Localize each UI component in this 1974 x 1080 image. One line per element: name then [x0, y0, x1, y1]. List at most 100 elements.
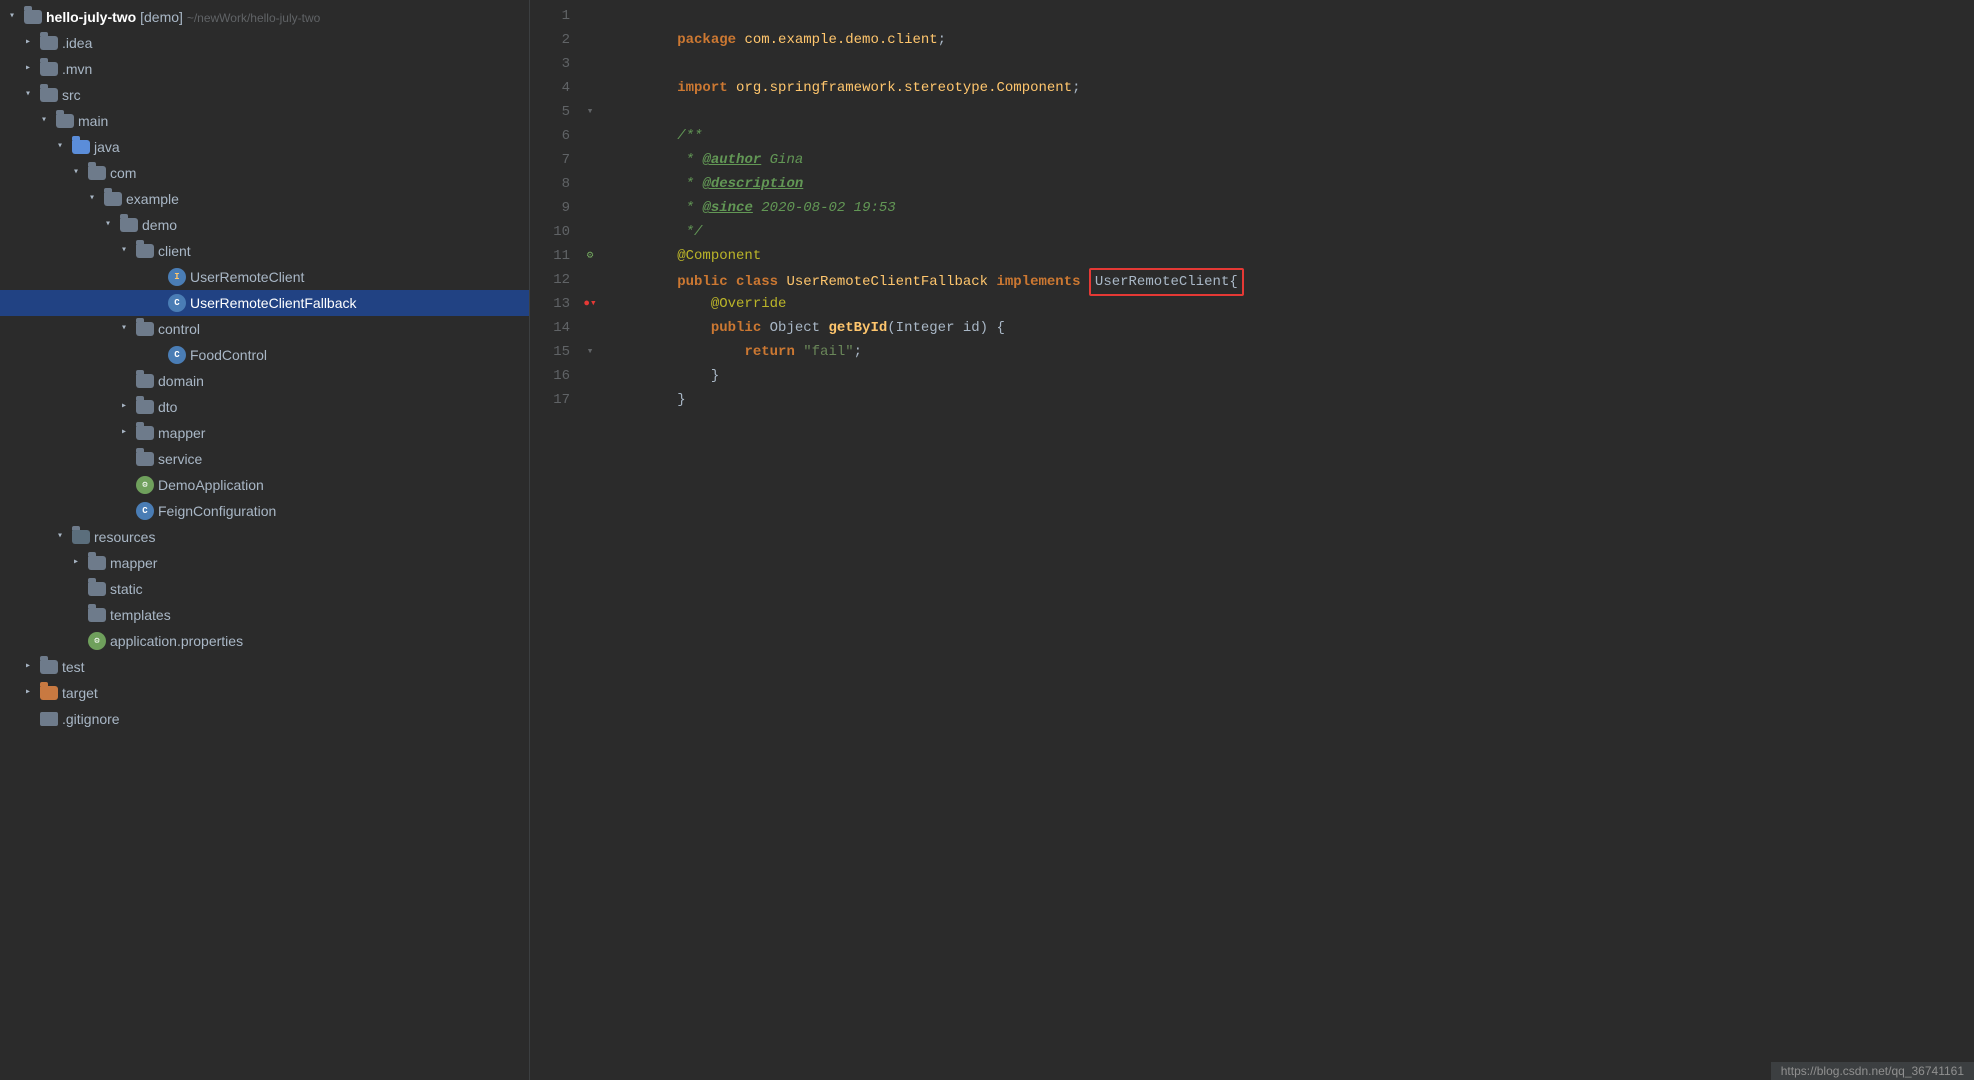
com-folder-icon	[88, 166, 106, 180]
static-label: static	[110, 581, 143, 597]
tree-item-mvn[interactable]: .mvn	[0, 56, 529, 82]
tree-item-resources[interactable]: resources	[0, 524, 529, 550]
main-folder-icon	[56, 114, 74, 128]
gutter: ▾ ⚙ ●▾ ▾	[580, 0, 600, 1080]
gitignore-icon	[40, 712, 58, 726]
example-label: example	[126, 191, 179, 207]
java-folder-icon	[72, 140, 90, 154]
tree-root[interactable]: hello-july-two [demo] ~/newWork/hello-ju…	[0, 4, 529, 30]
main-label: main	[78, 113, 108, 129]
tree-item-application-properties[interactable]: ⚙ application.properties	[0, 628, 529, 654]
class-icon-fallback: C	[168, 294, 186, 312]
mapper-arrow	[116, 425, 132, 441]
tree-item-gitignore[interactable]: .gitignore	[0, 706, 529, 732]
example-folder-icon	[104, 192, 122, 206]
line-numbers: 1 2 3 4 5 6 7 8 9 10 11 12 13 14 15 16 1…	[530, 0, 580, 1080]
tree-item-FeignConfiguration[interactable]: C FeignConfiguration	[0, 498, 529, 524]
status-url: https://blog.csdn.net/qq_36741161	[1781, 1064, 1964, 1078]
status-bar: https://blog.csdn.net/qq_36741161	[1771, 1062, 1974, 1080]
root-folder-icon	[24, 10, 42, 24]
example-arrow	[84, 191, 100, 207]
tree-item-main[interactable]: main	[0, 108, 529, 134]
code-content: package com.example.demo.client; import …	[600, 0, 1974, 1080]
tree-item-target[interactable]: target	[0, 680, 529, 706]
resources-mapper-arrow	[68, 555, 84, 571]
code-editor[interactable]: 1 2 3 4 5 6 7 8 9 10 11 12 13 14 15 16 1…	[530, 0, 1974, 1080]
tree-item-test[interactable]: test	[0, 654, 529, 680]
src-arrow	[20, 87, 36, 103]
tree-item-UserRemoteClientFallback[interactable]: C UserRemoteClientFallback	[0, 290, 529, 316]
control-arrow	[116, 321, 132, 337]
mapper-folder-icon	[136, 426, 154, 440]
code-line-10: @Component	[610, 220, 1974, 244]
tree-item-com[interactable]: com	[0, 160, 529, 186]
root-arrow	[4, 9, 20, 25]
domain-folder-icon	[136, 374, 154, 388]
interface-icon: I	[168, 268, 186, 286]
control-folder-icon	[136, 322, 154, 336]
app-props-label: application.properties	[110, 633, 243, 649]
tree-item-UserRemoteClient[interactable]: I UserRemoteClient	[0, 264, 529, 290]
test-label: test	[62, 659, 85, 675]
test-arrow	[20, 659, 36, 675]
templates-folder-icon	[88, 608, 106, 622]
tree-item-control[interactable]: control	[0, 316, 529, 342]
code-line-8: * @since 2020-08-02 19:53	[610, 172, 1974, 196]
code-line-1: package com.example.demo.client;	[610, 4, 1974, 28]
control-label: control	[158, 321, 200, 337]
service-label: service	[158, 451, 202, 467]
code-line-5: /**	[610, 100, 1974, 124]
demo-arrow	[100, 217, 116, 233]
tree-item-FoodControl[interactable]: C FoodControl	[0, 342, 529, 368]
demo-label: demo	[142, 217, 177, 233]
code-line-13: public Object getById(Integer id) {	[610, 292, 1974, 316]
file-tree[interactable]: hello-july-two [demo] ~/newWork/hello-ju…	[0, 0, 530, 1080]
templates-label: templates	[110, 607, 171, 623]
implements-highlight: UserRemoteClient{	[1089, 268, 1244, 296]
DemoApplication-label: DemoApplication	[158, 477, 264, 493]
code-line-11: public class UserRemoteClientFallback im…	[610, 244, 1974, 268]
dto-arrow	[116, 399, 132, 415]
src-folder-icon	[40, 88, 58, 102]
tree-item-dto[interactable]: dto	[0, 394, 529, 420]
FeignConfiguration-label: FeignConfiguration	[158, 503, 276, 519]
tree-item-resources-mapper[interactable]: mapper	[0, 550, 529, 576]
code-line-16: }	[610, 364, 1974, 388]
root-label: hello-july-two [demo] ~/newWork/hello-ju…	[46, 9, 320, 25]
tree-item-mapper[interactable]: mapper	[0, 420, 529, 446]
resources-folder-icon	[72, 530, 90, 544]
demo-folder-icon	[120, 218, 138, 232]
tree-item-demo[interactable]: demo	[0, 212, 529, 238]
client-folder-icon	[136, 244, 154, 258]
gitignore-label: .gitignore	[62, 711, 120, 727]
com-label: com	[110, 165, 136, 181]
tree-item-client[interactable]: client	[0, 238, 529, 264]
spring-props-icon: ⚙	[88, 632, 106, 650]
resources-label: resources	[94, 529, 155, 545]
target-folder-icon	[40, 686, 58, 700]
tree-item-java[interactable]: java	[0, 134, 529, 160]
code-line-6: * @author Gina	[610, 124, 1974, 148]
tree-item-idea[interactable]: .idea	[0, 30, 529, 56]
tree-item-DemoApplication[interactable]: ⚙ DemoApplication	[0, 472, 529, 498]
java-arrow	[52, 139, 68, 155]
spring-icon: ⚙	[136, 476, 154, 494]
mvn-label: .mvn	[62, 61, 92, 77]
resources-mapper-label: mapper	[110, 555, 157, 571]
client-arrow	[116, 243, 132, 259]
tree-item-domain[interactable]: domain	[0, 368, 529, 394]
tree-item-static[interactable]: static	[0, 576, 529, 602]
tree-item-service[interactable]: service	[0, 446, 529, 472]
tree-item-templates[interactable]: templates	[0, 602, 529, 628]
class-icon-food: C	[168, 346, 186, 364]
target-arrow	[20, 685, 36, 701]
test-folder-icon	[40, 660, 58, 674]
tree-item-src[interactable]: src	[0, 82, 529, 108]
class-icon-feign: C	[136, 502, 154, 520]
com-arrow	[68, 165, 84, 181]
tree-item-example[interactable]: example	[0, 186, 529, 212]
target-label: target	[62, 685, 98, 701]
mvn-folder-icon	[40, 62, 58, 76]
code-line-17	[610, 388, 1974, 412]
mvn-arrow	[20, 61, 36, 77]
